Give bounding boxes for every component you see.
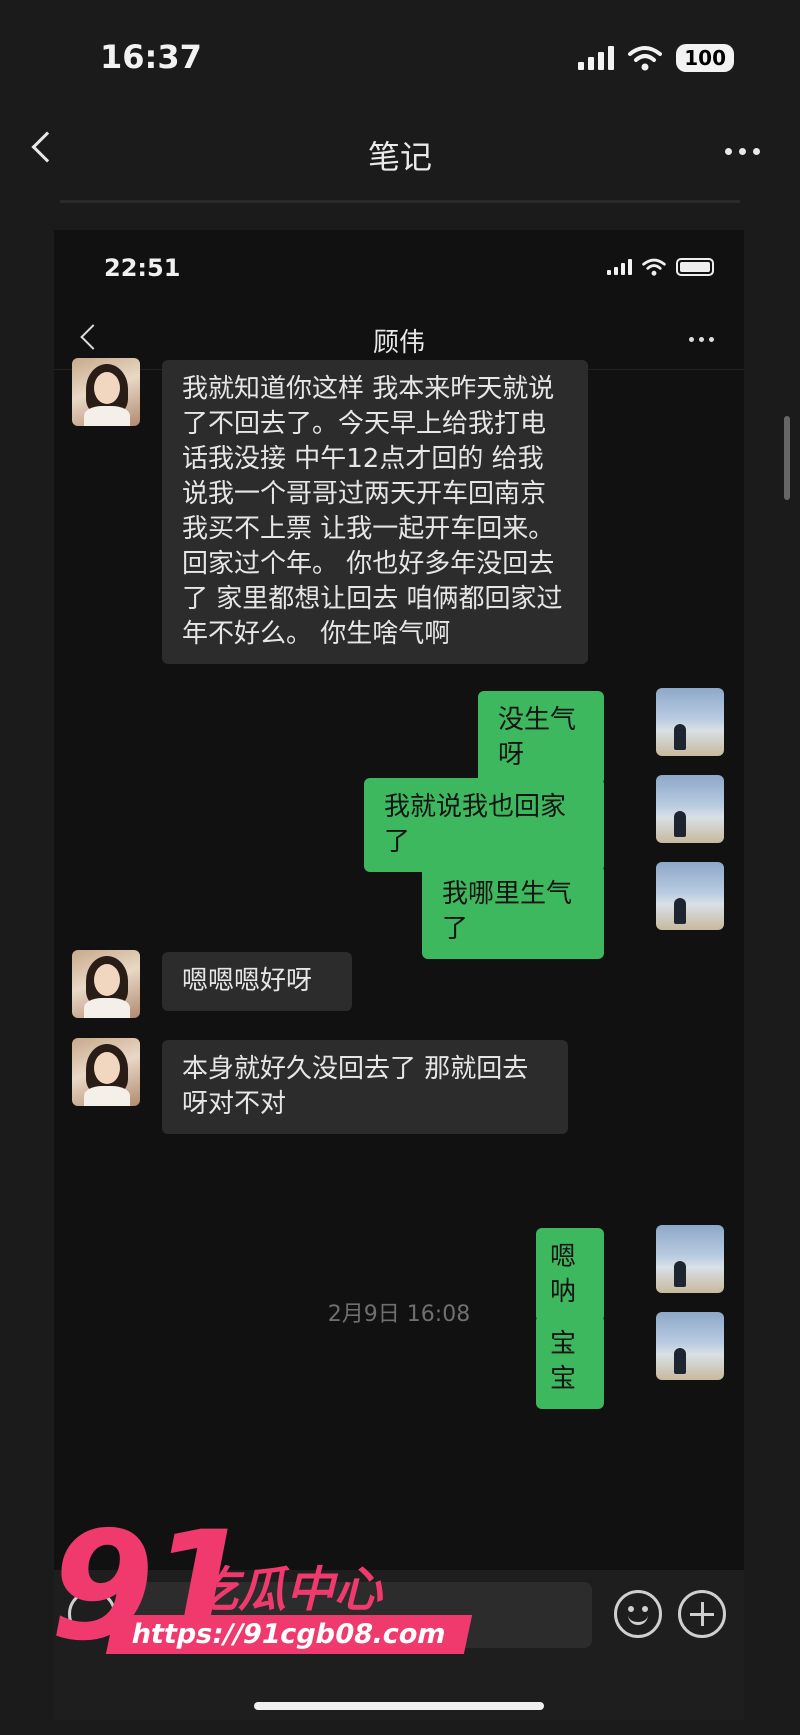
battery-icon	[676, 258, 714, 276]
received-message[interactable]: 嗯嗯嗯好呀	[162, 952, 352, 1011]
my-avatar[interactable]	[656, 862, 724, 930]
header-divider	[60, 200, 740, 203]
embedded-chat-screenshot: 22:51 顾伟 我就知道你这样 我本来昨天就说了不回去了。今天早上给我打电话我…	[54, 230, 744, 1720]
received-message[interactable]: 我就知道你这样 我本来昨天就说了不回去了。今天早上给我打电话我没接 中午12点才…	[162, 360, 588, 664]
cellular-signal-icon	[578, 46, 615, 70]
sent-message[interactable]: 没生气呀	[478, 691, 604, 785]
outer-clock: 16:37	[100, 38, 202, 76]
sent-message[interactable]: 我就说我也回家了	[364, 778, 604, 872]
inner-clock: 22:51	[104, 254, 181, 282]
received-message[interactable]: 本身就好久没回去了 那就回去呀对不对	[162, 1040, 568, 1134]
inner-status-icons	[607, 258, 714, 276]
sent-message[interactable]: 嗯呐	[536, 1228, 604, 1322]
emoji-icon[interactable]	[614, 1590, 662, 1638]
message-timestamp: 2月9日 16:08	[327, 1302, 471, 1327]
scrollbar[interactable]	[784, 416, 790, 500]
my-avatar[interactable]	[656, 1312, 724, 1380]
contact-avatar[interactable]	[72, 1038, 140, 1106]
more-options-icon[interactable]	[689, 337, 714, 342]
outer-status-icons: 100	[578, 44, 734, 72]
wifi-icon	[628, 46, 663, 71]
notes-header: 笔记	[0, 120, 800, 190]
plus-icon[interactable]	[678, 1590, 726, 1638]
more-options-icon[interactable]	[725, 148, 760, 155]
contact-avatar[interactable]	[72, 358, 140, 426]
chat-contact-name: 顾伟	[372, 328, 425, 358]
my-avatar[interactable]	[656, 1225, 724, 1293]
battery-indicator: 100	[676, 44, 734, 72]
watermark-url: https://91cgb08.com	[105, 1615, 472, 1654]
my-avatar[interactable]	[656, 688, 724, 756]
my-avatar[interactable]	[656, 775, 724, 843]
sent-message[interactable]: 宝宝	[536, 1315, 604, 1409]
wifi-icon	[642, 258, 666, 276]
watermark-name: 吃瓜中心	[190, 1562, 383, 1618]
cellular-signal-icon	[607, 259, 632, 275]
sent-message[interactable]: 我哪里生气了	[422, 865, 604, 959]
watermark-logo: 91 吃瓜中心 https://91cgb08.com	[40, 1500, 472, 1730]
page-title: 笔记	[367, 138, 432, 176]
contact-avatar[interactable]	[72, 950, 140, 1018]
outer-status-bar: 16:37 100	[0, 0, 800, 110]
